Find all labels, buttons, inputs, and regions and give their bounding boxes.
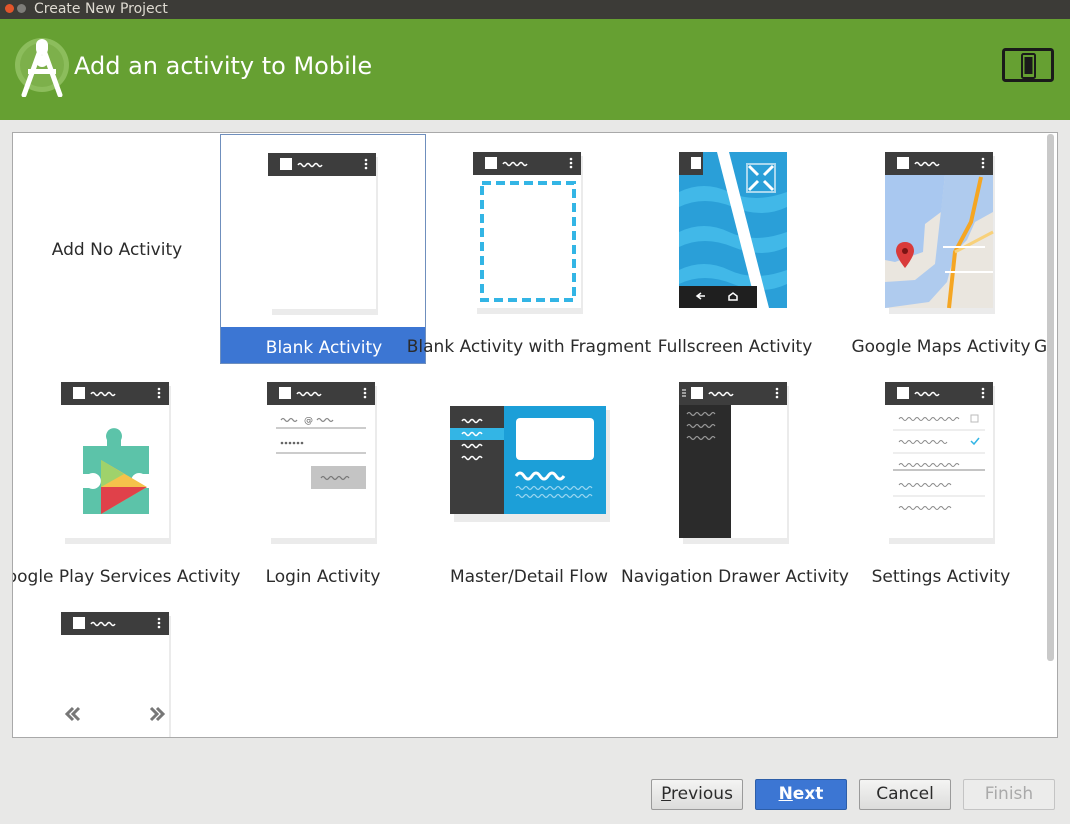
window-close-button[interactable]: [5, 4, 14, 13]
svg-text:@: @: [304, 416, 313, 426]
activity-option-blank-fragment[interactable]: Blank Activity with Fragment: [407, 134, 651, 364]
gallery-scrollbar-thumb[interactable]: [1047, 134, 1054, 661]
form-factor-mobile-icon: [1002, 48, 1054, 82]
activity-option-fullscreen[interactable]: Fullscreen Activity: [632, 134, 838, 364]
activity-option-none[interactable]: Add No Activity: [14, 134, 220, 364]
activity-gallery[interactable]: Add No Activity Blank Activity Blank Act…: [12, 132, 1058, 738]
fullscreen-activity-thumbnail-icon: [679, 152, 787, 308]
window-titlebar: Create New Project: [0, 0, 1070, 19]
activity-option-play-services[interactable]: Google Play Services Activity: [13, 364, 240, 594]
activity-option-navigation-drawer[interactable]: Navigation Drawer Activity: [621, 364, 849, 594]
wizard-title: Add an activity to Mobile: [74, 52, 373, 80]
window-minimize-button[interactable]: [17, 4, 26, 13]
activity-option-settings[interactable]: Settings Activity: [838, 364, 1044, 594]
login-activity-thumbnail-icon: @: [267, 382, 377, 544]
blank-activity-thumbnail-icon: [268, 153, 378, 315]
cancel-button[interactable]: Cancel: [859, 779, 951, 810]
play-services-thumbnail-icon: [61, 382, 171, 544]
settings-activity-thumbnail-icon: [885, 382, 995, 544]
activity-option-blank[interactable]: Blank Activity: [220, 134, 426, 364]
no-activity-label: Add No Activity: [51, 240, 183, 260]
activity-option-tabbed[interactable]: [14, 594, 220, 737]
previous-button[interactable]: Previous: [651, 779, 743, 810]
activity-option-google-maps[interactable]: Google Maps Activity: [838, 134, 1044, 364]
fragment-activity-thumbnail-icon: [473, 152, 583, 314]
next-button[interactable]: Next: [755, 779, 847, 810]
gallery-scrollbar[interactable]: [1045, 134, 1056, 737]
finish-button[interactable]: Finish: [963, 779, 1055, 810]
tabbed-activity-thumbnail-icon: [61, 612, 171, 737]
maps-activity-thumbnail-icon: [885, 152, 995, 314]
wizard-header: Add an activity to Mobile: [0, 19, 1070, 120]
master-detail-thumbnail-icon: [450, 406, 610, 522]
activity-label: Settings Activity: [871, 567, 1011, 587]
window-title: Create New Project: [34, 1, 168, 17]
android-studio-logo-icon: [15, 38, 69, 97]
activity-label: Google Maps Activity: [851, 337, 1031, 357]
activity-option-login[interactable]: @ Login Activity: [220, 364, 426, 594]
nav-drawer-thumbnail-icon: [679, 382, 789, 544]
activity-option-master-detail[interactable]: Master/Detail Flow: [426, 364, 632, 594]
